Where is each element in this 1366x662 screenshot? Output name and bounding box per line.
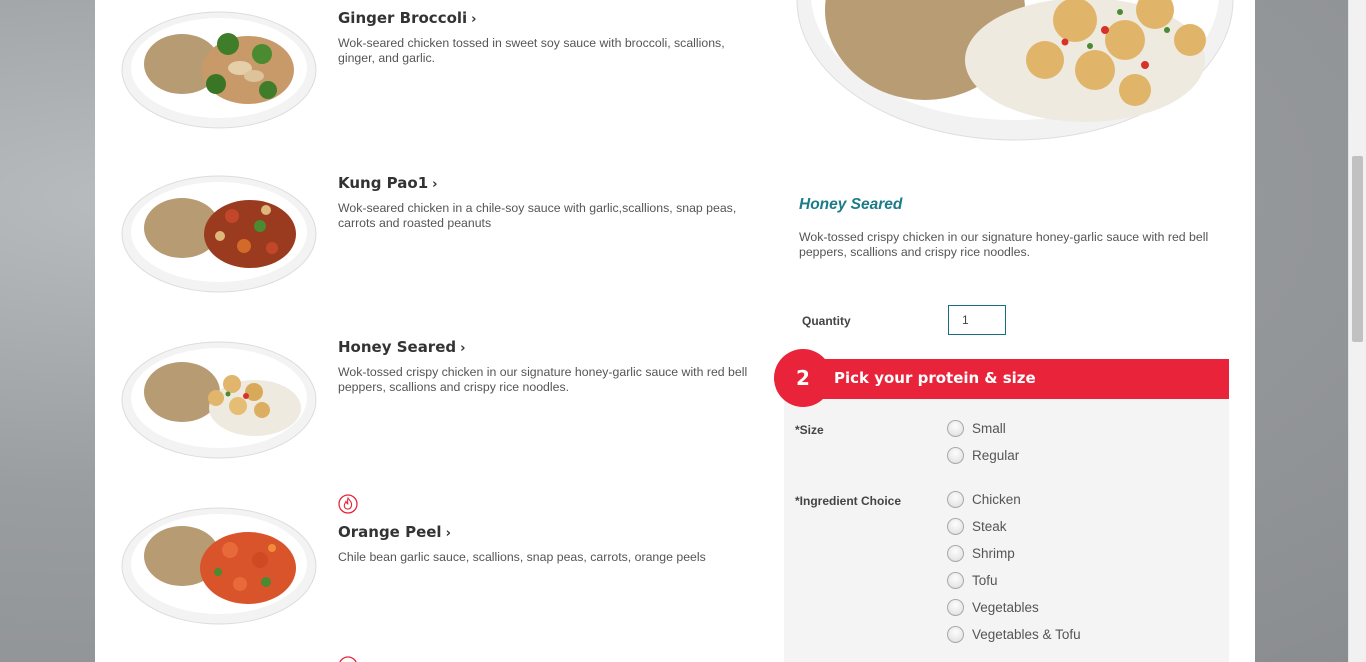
item-name-honey-seared[interactable]: Honey Seared ›	[338, 338, 465, 356]
radio-label: Chicken	[972, 491, 1021, 507]
quantity-input[interactable]	[948, 305, 1006, 335]
flame-icon	[339, 656, 357, 662]
ingredient-option-steak[interactable]: Steak	[947, 516, 1007, 536]
radio-label: Vegetables	[972, 599, 1039, 615]
radio-button[interactable]	[947, 598, 964, 616]
radio-label: Shrimp	[972, 545, 1015, 561]
ingredient-option-shrimp[interactable]: Shrimp	[947, 543, 1015, 563]
size-option-regular[interactable]: Regular	[947, 445, 1019, 465]
quantity-label: Quantity	[802, 314, 851, 328]
step-title: Pick your protein & size	[834, 369, 1036, 387]
radio-button[interactable]	[947, 517, 964, 535]
radio-button[interactable]	[947, 544, 964, 562]
ingredient-option-tofu[interactable]: Tofu	[947, 570, 998, 590]
item-description: Wok-seared chicken in a chile-soy sauce …	[338, 201, 737, 230]
radio-button[interactable]	[947, 419, 964, 437]
ingredient-option-vegetables-tofu[interactable]: Vegetables & Tofu	[947, 624, 1081, 644]
chevron-right-icon: ›	[445, 526, 451, 541]
radio-button[interactable]	[947, 571, 964, 589]
radio-label: Tofu	[972, 572, 998, 588]
chevron-right-icon: ›	[471, 12, 477, 27]
item-description: Chile bean garlic sauce, scallions, snap…	[338, 550, 706, 564]
radio-button[interactable]	[947, 625, 964, 643]
radio-label: Regular	[972, 447, 1020, 463]
step-number-badge: 2	[774, 349, 832, 407]
item-name-text: Honey Seared	[338, 338, 457, 356]
chevron-right-icon: ›	[432, 177, 438, 192]
vertical-scrollbar[interactable]	[1348, 0, 1366, 662]
ingredient-choice-label: *Ingredient Choice	[795, 494, 902, 508]
honey-seared-plate-image	[121, 341, 317, 459]
item-description: Wok-tossed crispy chicken in our signatu…	[338, 365, 748, 394]
radio-button[interactable]	[947, 446, 964, 464]
flame-icon	[338, 494, 358, 514]
selected-dish-title: Honey Seared	[799, 196, 903, 213]
item-name-ginger-broccoli[interactable]: Ginger Broccoli ›	[338, 9, 477, 27]
ingredient-option-vegetables[interactable]: Vegetables	[947, 597, 1039, 617]
kung-pao-plate-image	[121, 175, 317, 293]
radio-label: Vegetables & Tofu	[972, 626, 1081, 642]
radio-label: Small	[972, 420, 1006, 436]
item-name-text: Orange Peel	[338, 523, 442, 541]
size-option-small[interactable]: Small	[947, 418, 1006, 438]
radio-label: Steak	[972, 518, 1007, 534]
item-name-text: Kung Pao	[338, 174, 418, 192]
selected-dish-description: Wok-tossed crispy chicken in our signatu…	[799, 230, 1209, 259]
orange-peel-plate-image	[121, 507, 317, 625]
menu-page: Ginger Broccoli › Wok-seared chicken toss…	[95, 0, 1255, 662]
scrollbar-thumb[interactable]	[1352, 156, 1363, 342]
size-label: *Size	[795, 423, 824, 437]
item-name-kung-pao[interactable]: Kung Pao1 ›	[338, 174, 438, 192]
item-name-suffix: 1	[417, 174, 429, 192]
item-name-text: Ginger Broccoli	[338, 9, 468, 27]
selected-dish-image	[796, 0, 1234, 141]
radio-button[interactable]	[947, 490, 964, 508]
item-description: Wok-seared chicken tossed in sweet soy s…	[338, 36, 725, 65]
ingredient-option-chicken[interactable]: Chicken	[947, 489, 1021, 509]
ginger-broccoli-plate-image	[121, 11, 317, 129]
item-name-orange-peel[interactable]: Orange Peel ›	[338, 523, 451, 541]
chevron-right-icon: ›	[460, 341, 466, 356]
